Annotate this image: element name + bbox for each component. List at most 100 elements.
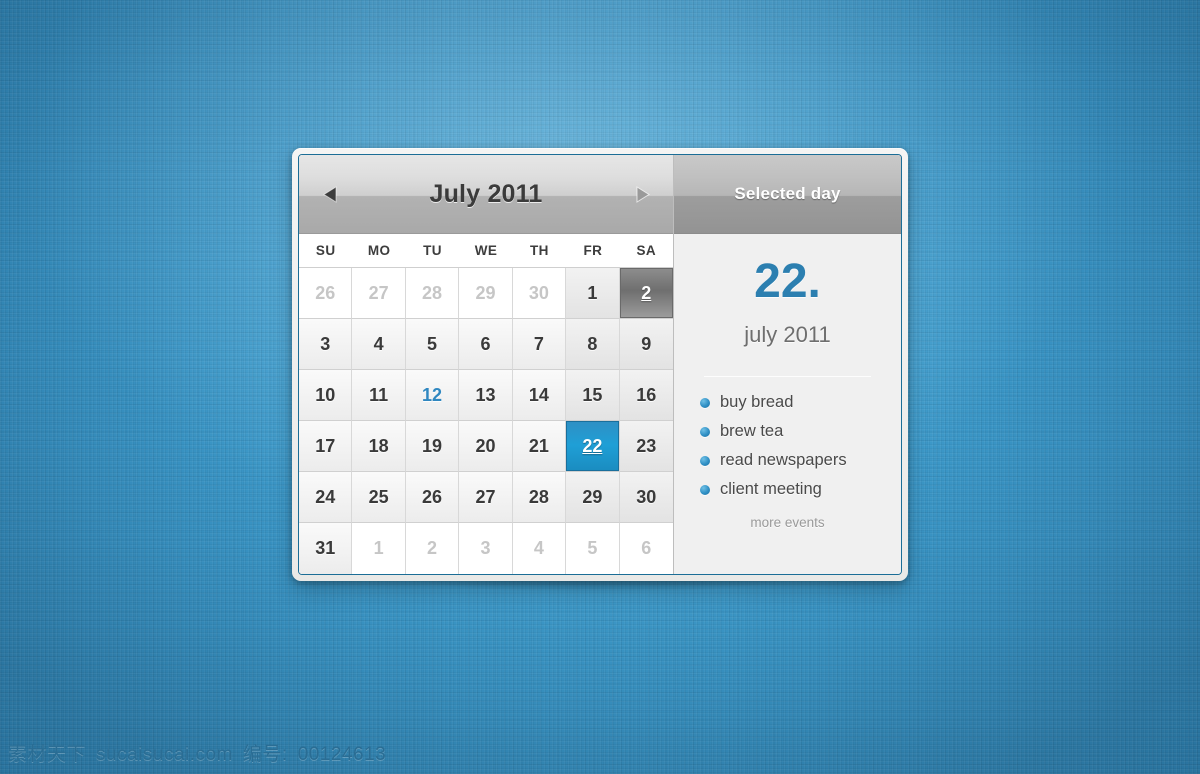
- day-cell[interactable]: 31: [299, 523, 353, 574]
- day-number: 5: [427, 333, 438, 354]
- day-cell[interactable]: 28: [405, 268, 460, 319]
- weekday-header-we: WE: [474, 243, 498, 258]
- day-cell[interactable]: 23: [619, 421, 673, 472]
- day-number: 11: [369, 384, 389, 405]
- day-cell[interactable]: 29: [459, 268, 513, 319]
- day-cell[interactable]: 29: [566, 472, 620, 523]
- day-cell[interactable]: 25: [352, 472, 406, 523]
- day-cell[interactable]: 2: [405, 523, 460, 574]
- day-number: 6: [480, 333, 491, 354]
- day-cell[interactable]: 6: [459, 319, 513, 370]
- day-cell[interactable]: 21: [512, 421, 567, 472]
- weekday-header-th: TH: [530, 243, 549, 258]
- day-cell[interactable]: 7: [512, 319, 567, 370]
- next-month-button[interactable]: [629, 181, 655, 207]
- weekday-header-row: SU MO TU WE TH FR SA: [299, 234, 673, 268]
- day-cell[interactable]: 12: [405, 370, 460, 421]
- day-cell[interactable]: 15: [566, 370, 620, 421]
- day-cell[interactable]: 13: [459, 370, 513, 421]
- day-number: 2: [427, 538, 438, 558]
- day-number: 26: [422, 486, 443, 507]
- watermark: 素材天下 sucaisucai.com 编号: 00124613: [8, 739, 386, 766]
- day-cell[interactable]: 20: [459, 421, 513, 472]
- selected-day-body: 22. july 2011 buy bread brew tea read news…: [674, 234, 901, 574]
- days-grid: 26 27 28 29 30 1 2 3 4 5 6 7 8 9 10 11 12 13 14 15 16 17 18 19 2…: [299, 268, 673, 574]
- event-item[interactable]: brew tea: [700, 422, 875, 441]
- event-label: client meeting: [720, 480, 822, 498]
- day-cell[interactable]: 19: [405, 421, 460, 472]
- day-cell[interactable]: 17: [299, 421, 353, 472]
- day-number: 9: [641, 333, 652, 354]
- day-number: 14: [528, 384, 549, 405]
- day-cell[interactable]: 9: [619, 319, 673, 370]
- day-cell[interactable]: 6: [619, 523, 673, 574]
- day-number: 16: [636, 384, 657, 405]
- prev-month-button[interactable]: [317, 181, 343, 207]
- more-events-link[interactable]: more events: [700, 515, 875, 530]
- event-item[interactable]: read newspapers: [700, 451, 875, 470]
- day-number: 27: [475, 486, 496, 507]
- day-number: 24: [315, 486, 336, 507]
- weekday-header-su: SU: [315, 243, 336, 258]
- event-bullet-icon: [700, 455, 710, 466]
- day-number: 30: [636, 486, 657, 507]
- day-number: 30: [528, 282, 549, 303]
- day-number: 20: [475, 435, 496, 456]
- day-number: 17: [315, 435, 336, 456]
- day-number: 27: [368, 282, 389, 303]
- day-cell[interactable]: 18: [352, 421, 406, 472]
- day-cell[interactable]: 10: [299, 370, 353, 421]
- day-cell[interactable]: 2: [619, 268, 673, 319]
- event-label: buy bread: [720, 393, 794, 411]
- watermark-id-label: 编号:: [242, 744, 288, 765]
- day-cell[interactable]: 4: [512, 523, 567, 574]
- day-number: 3: [480, 538, 491, 558]
- day-cell[interactable]: 1: [566, 268, 620, 319]
- day-cell[interactable]: 27: [352, 268, 406, 319]
- day-cell[interactable]: 3: [459, 523, 513, 574]
- day-cell[interactable]: 30: [619, 472, 673, 523]
- weekday-header-fr: FR: [583, 243, 603, 258]
- day-cell[interactable]: 11: [352, 370, 406, 421]
- day-cell[interactable]: 14: [512, 370, 567, 421]
- day-number: 29: [582, 486, 603, 507]
- day-cell[interactable]: 27: [459, 472, 513, 523]
- day-number: 29: [475, 282, 496, 303]
- event-label: read newspapers: [720, 451, 847, 469]
- event-item[interactable]: buy bread: [700, 393, 875, 412]
- day-number: 4: [373, 333, 384, 354]
- event-bullet-icon: [700, 397, 710, 408]
- day-number: 26: [315, 282, 336, 303]
- day-cell[interactable]: 26: [299, 268, 353, 319]
- day-number: 28: [422, 282, 443, 303]
- day-cell[interactable]: 1: [352, 523, 406, 574]
- weekday-header-sa: SA: [636, 243, 657, 258]
- day-cell[interactable]: 16: [619, 370, 673, 421]
- day-cell[interactable]: 8: [566, 319, 620, 370]
- day-number: 18: [368, 435, 389, 456]
- day-cell[interactable]: 28: [512, 472, 567, 523]
- day-number: 10: [315, 384, 336, 405]
- day-number: 28: [528, 486, 549, 507]
- calendar-header: July 2011: [299, 155, 673, 234]
- day-number: 31: [315, 538, 336, 558]
- day-cell[interactable]: 3: [299, 319, 353, 370]
- day-cell[interactable]: 4: [352, 319, 406, 370]
- day-cell[interactable]: 24: [299, 472, 353, 523]
- event-bullet-icon: [700, 484, 710, 495]
- month-title: July 2011: [429, 179, 543, 208]
- day-cell[interactable]: 26: [405, 472, 460, 523]
- day-number: 3: [320, 333, 331, 354]
- day-cell[interactable]: 5: [405, 319, 460, 370]
- events-list: buy bread brew tea read newspapers client m…: [700, 393, 875, 509]
- day-cell[interactable]: 30: [512, 268, 567, 319]
- day-number: 4: [533, 538, 544, 558]
- day-cell[interactable]: 5: [566, 523, 620, 574]
- day-cell[interactable]: 22: [566, 421, 620, 472]
- day-number: 5: [587, 538, 598, 558]
- event-item[interactable]: client meeting: [700, 480, 875, 499]
- calendar-pane: July 2011 SU MO TU WE TH FR SA 26 27 28 29 30 1 2 3 4 5…: [299, 155, 674, 574]
- day-number: 12: [422, 384, 443, 405]
- day-number: 22: [582, 435, 603, 456]
- day-number: 23: [636, 435, 657, 456]
